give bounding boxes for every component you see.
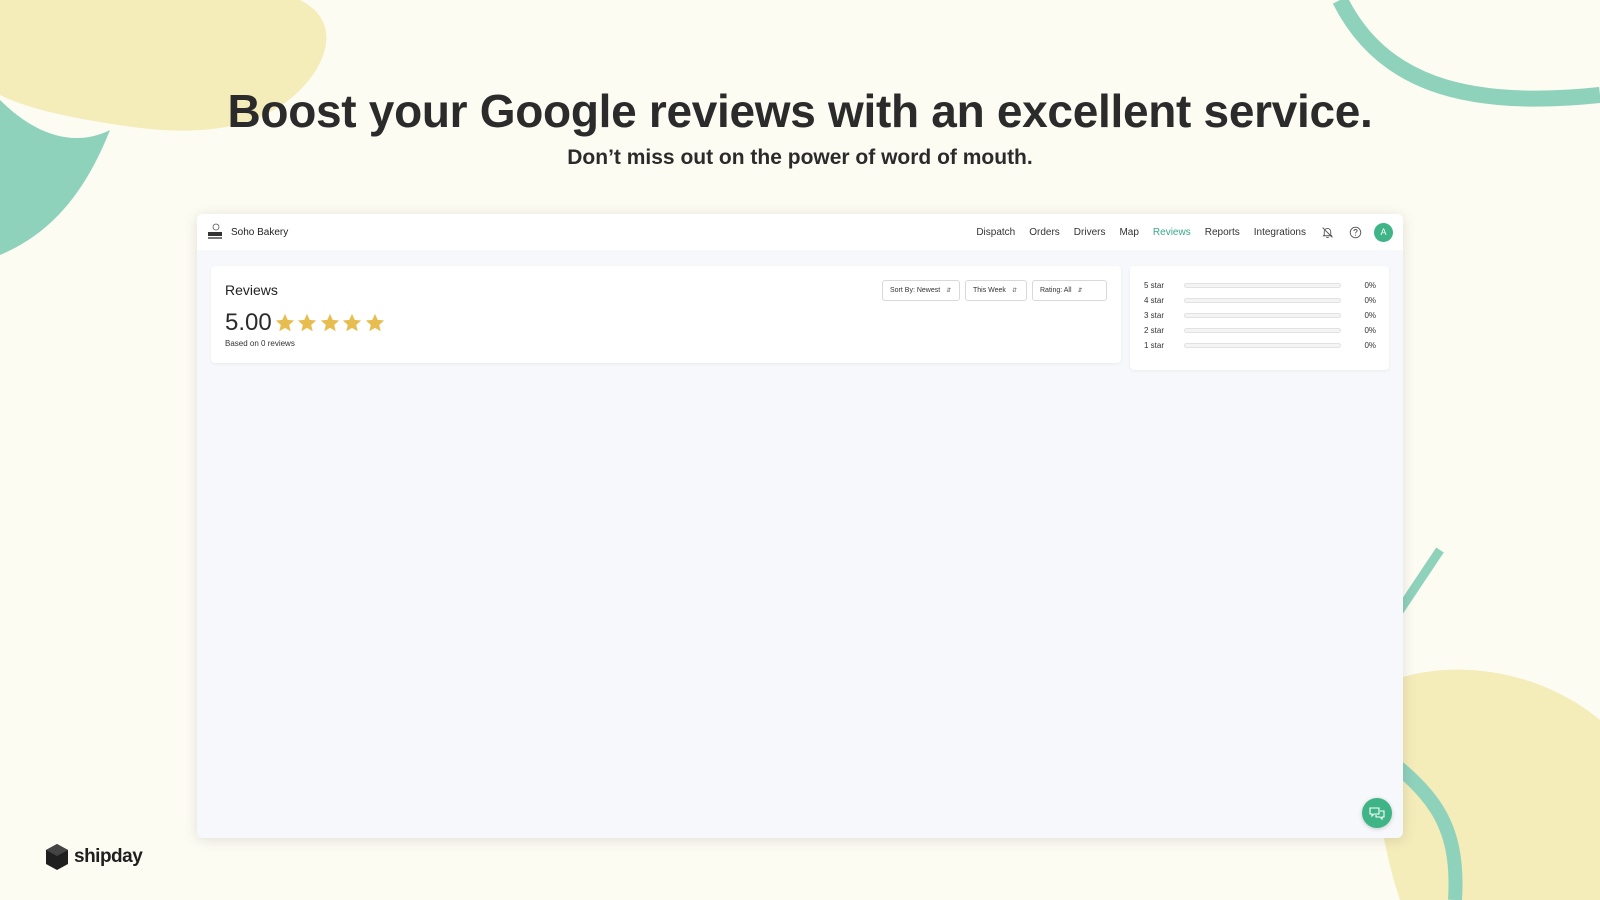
dist-bar [1184, 342, 1341, 348]
reviews-summary-card: Reviews 5.00 Based on 0 reviews Sort By:… [211, 266, 1121, 363]
shipday-wordmark: shipday [74, 846, 143, 867]
dist-bar [1184, 282, 1341, 288]
hero-subtitle: Don’t miss out on the power of word of m… [567, 146, 1033, 169]
top-navbar: Soho Bakery Dispatch Orders Drivers Map … [197, 214, 1403, 250]
sort-chevron-icon: ⇵ [946, 287, 952, 294]
dist-label: 5 star [1144, 280, 1165, 290]
dist-row-3: 3 star 0% [1144, 309, 1376, 321]
period-select[interactable]: This Week ⇵ [965, 280, 1027, 301]
dist-label: 2 star [1144, 325, 1165, 335]
shipday-hexagon-icon [46, 844, 68, 870]
period-chevron-icon: ⇵ [1011, 287, 1017, 294]
app-window: Soho Bakery Dispatch Orders Drivers Map … [197, 214, 1403, 838]
period-select-label: This Week [973, 287, 1006, 294]
sort-select[interactable]: Sort By: Newest ⇵ [882, 280, 960, 301]
brand[interactable]: Soho Bakery [207, 223, 288, 241]
dist-percent: 0% [1364, 310, 1376, 320]
dist-row-4: 4 star 0% [1144, 294, 1376, 306]
star-icon [343, 313, 362, 332]
dist-percent: 0% [1364, 325, 1376, 335]
dist-percent: 0% [1364, 340, 1376, 350]
nav-integrations[interactable]: Integrations [1254, 227, 1306, 238]
nav-orders[interactable]: Orders [1029, 227, 1060, 238]
star-icon [275, 313, 294, 332]
nav-dispatch[interactable]: Dispatch [976, 227, 1015, 238]
brand-name: Soho Bakery [231, 226, 289, 238]
help-icon[interactable] [1348, 225, 1362, 239]
star-icon [365, 313, 384, 332]
review-filters: Sort By: Newest ⇵ This Week ⇵ Rating: Al… [882, 280, 1107, 301]
hero-title: Boost your Google reviews with an excell… [227, 85, 1373, 137]
dist-label: 4 star [1144, 295, 1165, 305]
dist-percent: 0% [1364, 295, 1376, 305]
sort-select-label: Sort By: Newest [890, 287, 941, 294]
rating-select-label: Rating: All [1040, 287, 1072, 294]
bell-off-icon[interactable] [1320, 225, 1334, 239]
dist-label: 1 star [1144, 340, 1165, 350]
rating-chevron-icon: ⇵ [1077, 287, 1083, 294]
star-icon [320, 313, 339, 332]
dist-bar [1184, 327, 1341, 333]
nav-map[interactable]: Map [1119, 227, 1138, 238]
chat-icon [1369, 807, 1385, 820]
review-count: Based on 0 reviews [225, 339, 295, 348]
rating-select[interactable]: Rating: All ⇵ [1032, 280, 1107, 301]
nav-drivers[interactable]: Drivers [1074, 227, 1106, 238]
dist-label: 3 star [1144, 310, 1165, 320]
dist-percent: 0% [1364, 280, 1376, 290]
average-rating-value: 5.00 [225, 309, 272, 336]
chat-support-button[interactable] [1362, 798, 1392, 828]
nav-reviews[interactable]: Reviews [1153, 227, 1191, 238]
soho-bakery-logo [208, 223, 222, 239]
dist-bar [1184, 297, 1341, 303]
main-nav: Dispatch Orders Drivers Map Reviews Repo… [962, 222, 1393, 242]
star-icon [298, 313, 317, 332]
dist-row-1: 1 star 0% [1144, 339, 1376, 351]
average-rating: 5.00 [225, 309, 386, 337]
rating-distribution-card: 5 star 0% 4 star 0% 3 star 0% 2 star 0% … [1130, 266, 1389, 370]
shipday-logo: shipday [44, 843, 143, 871]
dist-row-5: 5 star 0% [1144, 279, 1376, 291]
dist-row-2: 2 star 0% [1144, 324, 1376, 336]
user-avatar[interactable]: A [1374, 222, 1393, 242]
nav-reports[interactable]: Reports [1205, 227, 1240, 238]
reviews-title: Reviews [225, 282, 278, 298]
dist-bar [1184, 312, 1341, 318]
